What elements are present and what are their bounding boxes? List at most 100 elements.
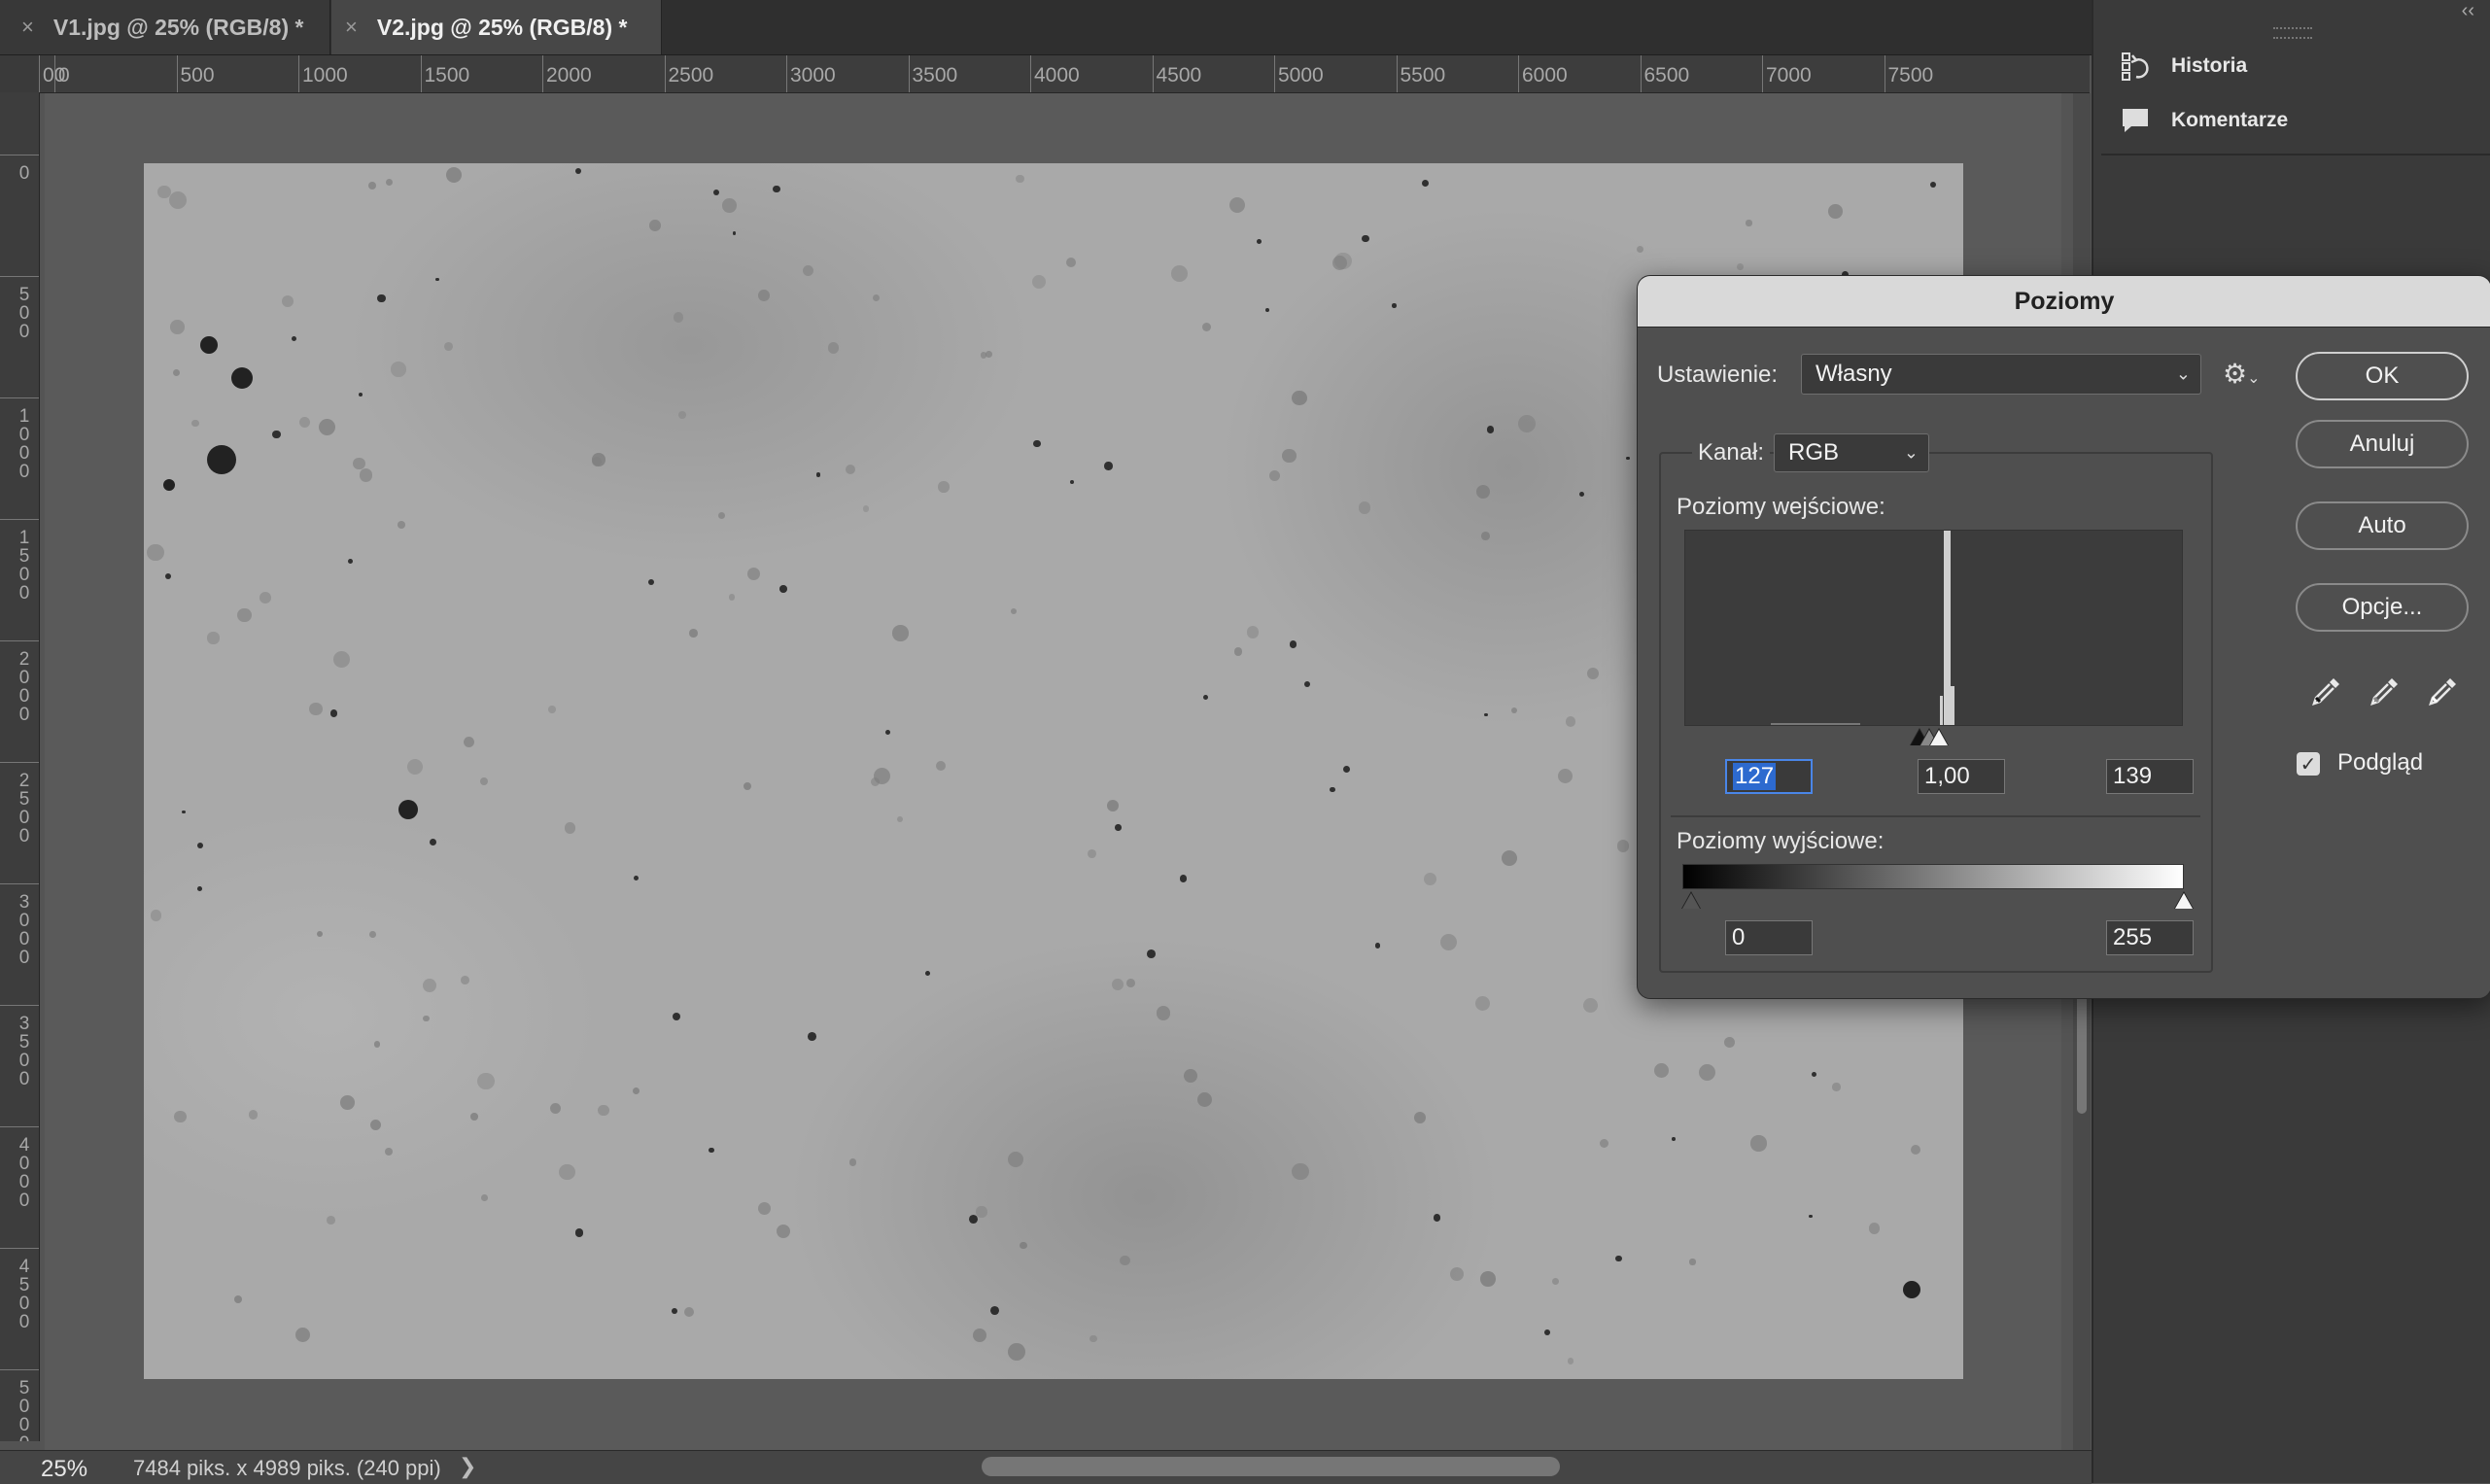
ruler-tick [0,762,39,763]
auto-button[interactable]: Auto [2296,501,2469,550]
ruler-label: 500 [18,285,30,342]
gray-eyedropper-icon[interactable] [2367,674,2402,718]
image-speck [1501,849,1518,867]
output-black-field[interactable]: 0 [1725,920,1813,955]
image-speck [1484,712,1488,717]
image-speck [1246,626,1260,638]
output-black-slider[interactable] [1682,893,1700,909]
chevron-down-icon: ⌄ [2175,363,2191,384]
image-speck [990,1306,999,1315]
horizontal-ruler[interactable]: 00 0 500 1000 1500 2000 2500 3000 3500 4000 4500 50… [39,55,2090,93]
image-speck [1087,849,1096,858]
image-speck [330,709,338,717]
ruler-label: 4000 [1034,64,1080,86]
ruler-label: 1000 [302,64,348,86]
ruler-tick [0,883,39,884]
image-speck [1089,1334,1097,1343]
image-speck [1201,322,1212,331]
vertical-scroll-thumb[interactable] [2077,987,2087,1114]
image-speck [461,975,469,984]
image-speck [1171,265,1188,283]
close-tab-icon[interactable]: × [345,15,358,40]
tab-v1[interactable]: × V1.jpg @ 25% (RGB/8) * [0,0,330,54]
history-icon [2119,51,2152,82]
tab-v2[interactable]: × V2.jpg @ 25% (RGB/8) * [331,0,662,54]
image-speck [1518,414,1537,432]
image-speck [632,1087,640,1095]
panel-item-historia[interactable]: Historia [2119,51,2247,82]
image-speck [592,453,605,466]
image-speck [873,294,881,302]
white-eyedropper-icon[interactable] [2425,674,2460,718]
collapse-panels-icon[interactable]: ‹‹ [2462,0,2474,22]
document-info: 7484 piks. x 4989 piks. (240 ppi) [133,1456,441,1480]
channel-label: Kanał: [1692,439,1771,466]
image-speck [318,419,335,436]
image-speck [163,479,175,491]
options-button[interactable]: Opcje... [2296,583,2469,632]
preview-checkbox[interactable]: ✓ [2297,752,2320,776]
input-gamma-field[interactable]: 1,00 [1918,759,2005,794]
image-speck [1202,694,1208,701]
image-speck [1671,1137,1676,1141]
input-black-field[interactable]: 127 [1725,759,1813,794]
image-speck [892,625,909,641]
image-speck [1007,1343,1025,1362]
image-speck [1303,680,1311,688]
image-speck [369,930,377,938]
image-speck [976,1206,987,1218]
image-speck [746,568,760,581]
image-speck [1832,1083,1841,1091]
image-speck [884,729,891,736]
preset-dropdown[interactable]: Własny ⌄ [1801,354,2201,395]
image-speck [385,178,393,186]
histogram-bin [1951,686,1954,725]
image-speck [169,190,188,209]
image-speck [1476,484,1491,499]
ruler-tick [0,1369,39,1370]
image-speck [1626,456,1630,461]
image-speck [1582,997,1598,1013]
status-bar: 25% 7484 piks. x 4989 piks. (240 ppi) ❯ [0,1450,2092,1484]
image-speck [1433,1214,1441,1223]
image-speck [373,1041,381,1048]
cancel-button[interactable]: Anuluj [2296,420,2469,468]
vertical-ruler[interactable]: 0 500 1000 1500 2000 2500 3000 3500 4000 4500 5000 [0,55,40,1441]
image-speck [1069,479,1075,485]
image-speck [709,1147,714,1154]
ruler-label: 3000 [18,892,30,968]
image-speck [649,219,661,231]
histogram [1684,530,2183,726]
zoom-level[interactable]: 25% [41,1456,87,1483]
output-white-field[interactable]: 255 [2106,920,2194,955]
image-speck [1015,174,1024,184]
image-speck [688,628,698,638]
black-eyedropper-icon[interactable] [2308,674,2343,718]
image-speck [182,811,186,814]
image-speck [1358,501,1371,514]
image-speck [1289,640,1297,648]
panel-item-komentarze[interactable]: Komentarze [2119,105,2288,136]
dialog-title[interactable]: Poziomy [1638,276,2490,328]
image-speck [170,320,185,334]
output-white-slider[interactable] [2175,893,2193,909]
gear-icon[interactable]: ⚙⌄ [2223,358,2261,390]
image-speck [1292,1162,1310,1181]
image-speck [207,445,236,474]
ok-button[interactable]: OK [2296,352,2469,400]
image-speck [548,706,557,714]
image-speck [406,758,423,775]
ruler-label: 5000 [1278,64,1324,86]
preview-label[interactable]: Podgląd [2337,749,2423,777]
status-menu-chevron-icon[interactable]: ❯ [459,1454,476,1479]
image-speck [1474,996,1490,1012]
input-white-field[interactable]: 139 [2106,759,2194,794]
horizontal-scroll-thumb[interactable] [982,1457,1560,1476]
image-speck [1374,943,1381,949]
channel-dropdown[interactable]: RGB ⌄ [1774,433,1929,472]
input-sliders[interactable] [1910,728,1968,747]
white-point-slider[interactable] [1930,730,1948,745]
panel-grip[interactable] [2273,27,2312,39]
image-speck [1567,1358,1574,1364]
close-tab-icon[interactable]: × [21,15,34,40]
